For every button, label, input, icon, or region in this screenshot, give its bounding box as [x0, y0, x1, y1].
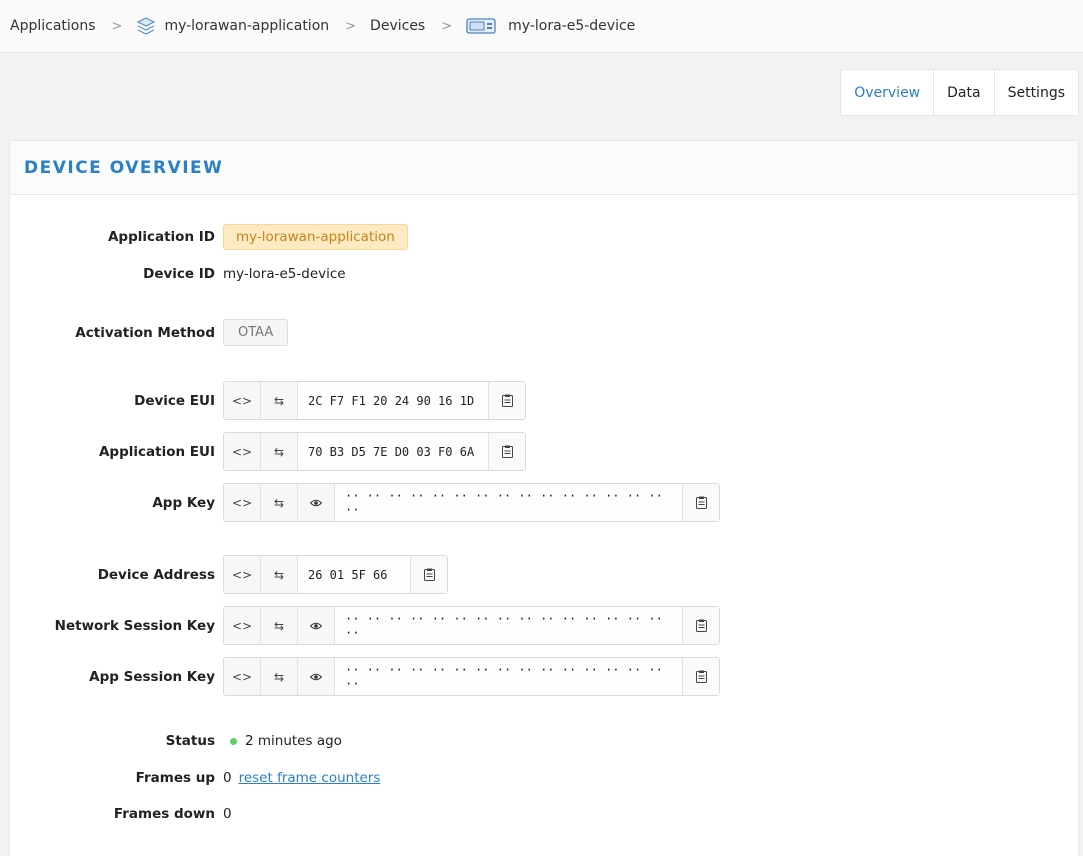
device-icon	[466, 18, 496, 34]
device-address-value[interactable]: 26 01 5F 66	[298, 556, 410, 593]
status-label: Status	[165, 733, 215, 749]
application-eui-value[interactable]: 70 B3 D5 7E D0 03 F0 6A	[298, 433, 488, 470]
status-row: Status 2 minutes ago	[10, 733, 342, 749]
frames-down-row: Frames down 0	[10, 806, 232, 822]
clipboard-icon[interactable]	[488, 382, 525, 419]
app-session-key-label: App Session Key	[89, 668, 215, 685]
network-session-key-row: Network Session Key <> ⇆ ·· ·· ·· ·· ·· …	[10, 606, 720, 645]
reset-frame-counters-link[interactable]: reset frame counters	[239, 770, 381, 786]
frames-down-value: 0	[223, 806, 232, 822]
eye-icon[interactable]	[298, 607, 335, 644]
application-eui-label: Application EUI	[98, 443, 215, 460]
device-address-field: <> ⇆ 26 01 5F 66	[223, 555, 448, 594]
chevron-right-icon: >	[441, 18, 453, 34]
tab-data[interactable]: Data	[933, 70, 993, 115]
clipboard-icon[interactable]	[682, 607, 719, 644]
code-icon[interactable]: <>	[224, 556, 261, 593]
activation-method-tag: OTAA	[223, 319, 289, 346]
network-session-key-field: <> ⇆ ·· ·· ·· ·· ·· ·· ·· ·· ·· ·· ·· ··…	[223, 606, 720, 645]
breadcrumb-application-label: my-lorawan-application	[164, 18, 330, 34]
application-eui-row: Application EUI <> ⇆ 70 B3 D5 7E D0 03 F…	[10, 432, 526, 471]
frames-up-label: Frames up	[135, 770, 215, 786]
app-key-value[interactable]: ·· ·· ·· ·· ·· ·· ·· ·· ·· ·· ·· ·· ·· ·…	[335, 484, 682, 521]
device-id-label: Device ID	[143, 266, 215, 282]
application-id-tag[interactable]: my-lorawan-application	[223, 224, 408, 250]
clipboard-icon[interactable]	[682, 484, 719, 521]
tab-settings[interactable]: Settings	[993, 70, 1078, 115]
tab-overview[interactable]: Overview	[841, 70, 933, 115]
code-icon[interactable]: <>	[224, 658, 261, 695]
swap-icon[interactable]: ⇆	[261, 658, 298, 695]
breadcrumb-devices[interactable]: Devices	[370, 18, 425, 34]
device-eui-field: <> ⇆ 2C F7 F1 20 24 90 16 1D	[223, 381, 526, 420]
code-icon[interactable]: <>	[224, 484, 261, 521]
device-eui-row: Device EUI <> ⇆ 2C F7 F1 20 24 90 16 1D	[10, 381, 526, 420]
tab-bar: Overview Data Settings	[840, 69, 1079, 116]
application-eui-field: <> ⇆ 70 B3 D5 7E D0 03 F0 6A	[223, 432, 526, 471]
layers-icon	[137, 17, 156, 35]
eye-icon[interactable]	[298, 658, 335, 695]
breadcrumb-device-label: my-lora-e5-device	[508, 18, 636, 34]
clipboard-icon[interactable]	[682, 658, 719, 695]
code-icon[interactable]: <>	[224, 433, 261, 470]
device-id-row: Device ID my-lora-e5-device	[10, 266, 346, 282]
device-address-row: Device Address <> ⇆ 26 01 5F 66	[10, 555, 448, 594]
app-key-field: <> ⇆ ·· ·· ·· ·· ·· ·· ·· ·· ·· ·· ·· ··…	[223, 483, 720, 522]
app-key-label: App Key	[152, 494, 215, 511]
status-dot	[230, 737, 237, 745]
breadcrumb: Applications > my-lorawan-application > …	[0, 0, 1083, 53]
network-session-key-label: Network Session Key	[54, 617, 215, 634]
device-address-label: Device Address	[97, 566, 215, 583]
application-id-row: Application ID my-lorawan-application	[10, 224, 408, 250]
device-id-value: my-lora-e5-device	[223, 266, 346, 282]
swap-icon[interactable]: ⇆	[261, 433, 298, 470]
device-overview-card: DEVICE OVERVIEW Application ID my-lorawa…	[9, 140, 1079, 856]
status-value: 2 minutes ago	[245, 733, 342, 749]
swap-icon[interactable]: ⇆	[261, 607, 298, 644]
app-session-key-row: App Session Key <> ⇆ ·· ·· ·· ·· ·· ·· ·…	[10, 657, 720, 696]
device-eui-label: Device EUI	[134, 392, 215, 409]
app-session-key-field: <> ⇆ ·· ·· ·· ·· ·· ·· ·· ·· ·· ·· ·· ··…	[223, 657, 720, 696]
frames-up-value: 0	[223, 770, 232, 786]
clipboard-icon[interactable]	[488, 433, 525, 470]
frames-up-row: Frames up 0 reset frame counters	[10, 770, 381, 786]
breadcrumb-device: my-lora-e5-device	[466, 16, 635, 36]
code-icon[interactable]: <>	[224, 607, 261, 644]
activation-method-row: Activation Method OTAA	[10, 319, 289, 346]
swap-icon[interactable]: ⇆	[261, 556, 298, 593]
chevron-right-icon: >	[111, 18, 123, 34]
code-icon[interactable]: <>	[224, 382, 261, 419]
breadcrumb-applications[interactable]: Applications	[10, 18, 96, 34]
clipboard-icon[interactable]	[410, 556, 447, 593]
application-id-label: Application ID	[107, 229, 215, 245]
card-title: DEVICE OVERVIEW	[24, 157, 224, 178]
activation-method-label: Activation Method	[75, 324, 215, 341]
card-header: DEVICE OVERVIEW	[10, 141, 1078, 195]
swap-icon[interactable]: ⇆	[261, 484, 298, 521]
chevron-right-icon: >	[345, 18, 357, 34]
breadcrumb-application[interactable]: my-lorawan-application	[136, 16, 329, 36]
swap-icon[interactable]: ⇆	[261, 382, 298, 419]
app-key-row: App Key <> ⇆ ·· ·· ·· ·· ·· ·· ·· ·· ·· …	[10, 483, 720, 522]
eye-icon[interactable]	[298, 484, 335, 521]
device-eui-value[interactable]: 2C F7 F1 20 24 90 16 1D	[298, 382, 488, 419]
network-session-key-value[interactable]: ·· ·· ·· ·· ·· ·· ·· ·· ·· ·· ·· ·· ·· ·…	[335, 607, 682, 644]
app-session-key-value[interactable]: ·· ·· ·· ·· ·· ·· ·· ·· ·· ·· ·· ·· ·· ·…	[335, 658, 682, 695]
frames-down-label: Frames down	[113, 806, 215, 822]
